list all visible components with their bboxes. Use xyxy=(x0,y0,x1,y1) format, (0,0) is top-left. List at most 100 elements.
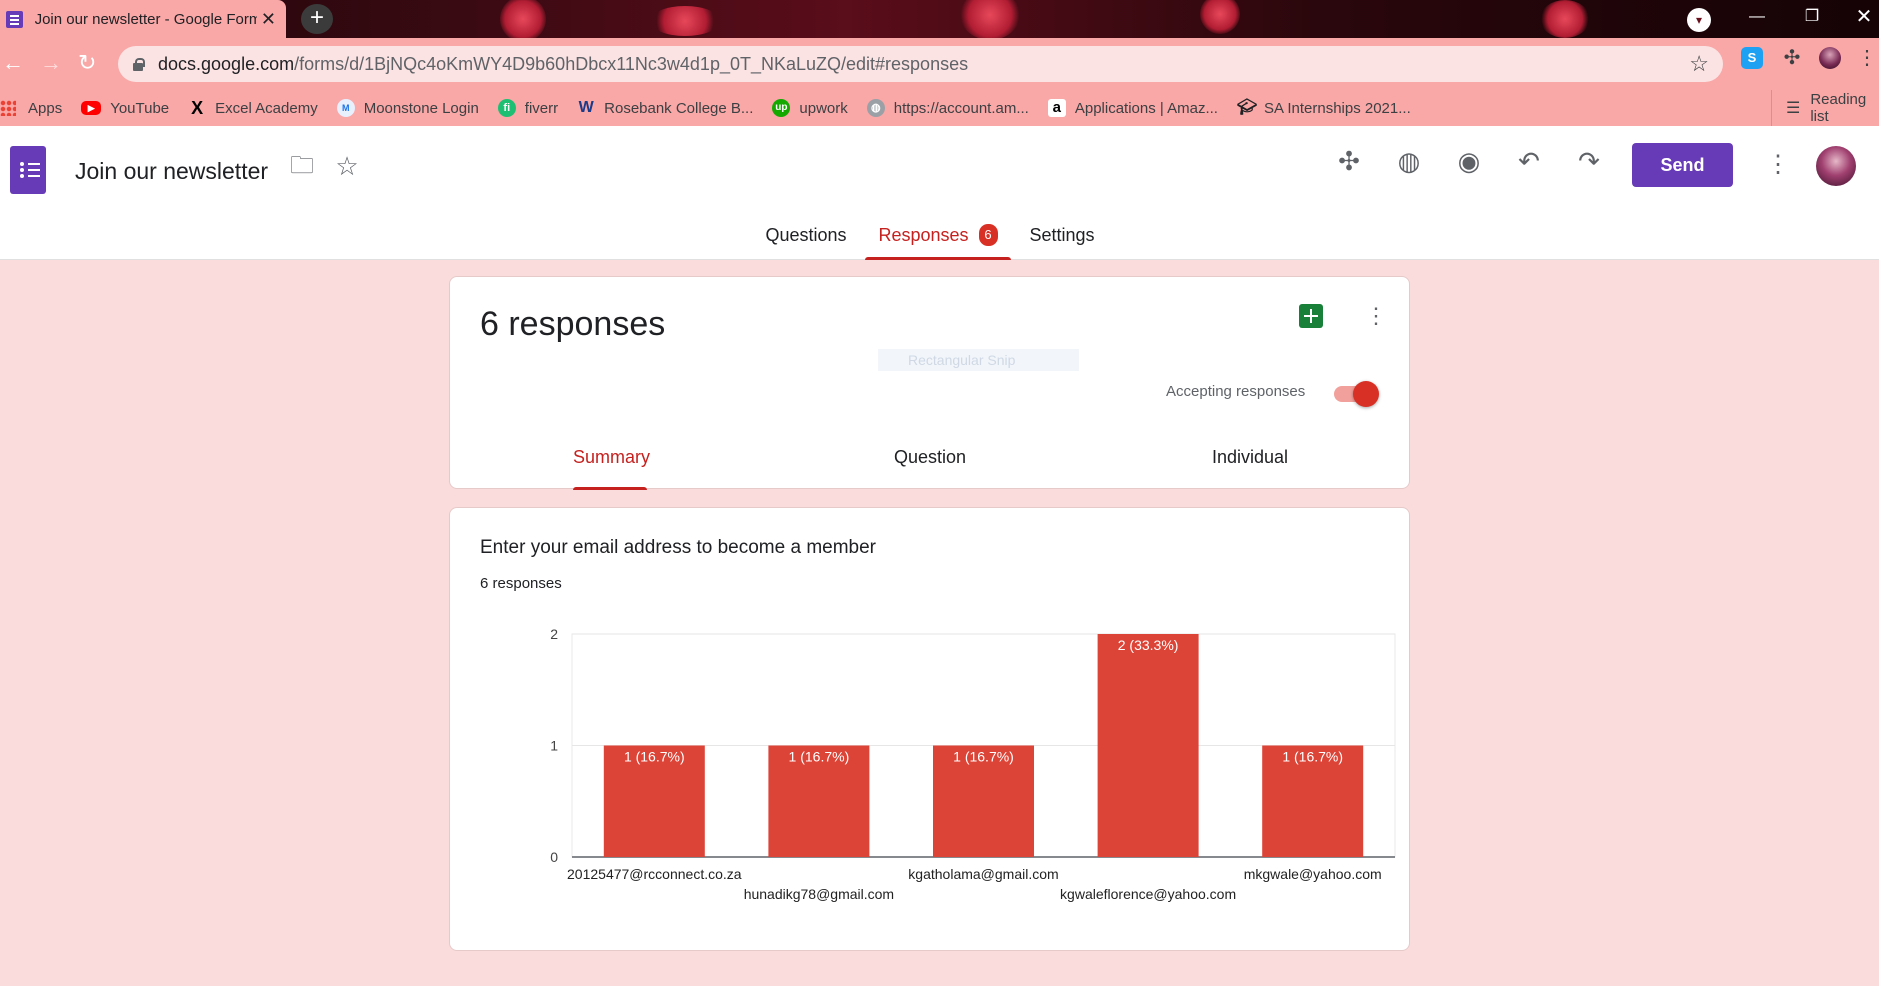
bar-data-label: 2 (33.3%) xyxy=(1118,637,1179,653)
folder-icon[interactable]: 🗀︎ xyxy=(284,151,320,187)
background-decoration xyxy=(960,0,1020,40)
url-text: docs.google.com/forms/d/1BjNQc4oKmWY4D9b… xyxy=(158,53,969,74)
tab-title: Join our newsletter - Google Forms xyxy=(34,10,257,28)
bookmark-upwork[interactable]: up upwork xyxy=(772,99,848,117)
more-options-icon[interactable]: ⋮ xyxy=(1365,303,1387,329)
send-button[interactable]: Send xyxy=(1632,143,1733,187)
tab-summary[interactable]: Summary xyxy=(573,447,650,490)
x-icon: X xyxy=(191,98,204,118)
back-arrow-icon[interactable]: ← xyxy=(2,50,24,76)
toggle-knob[interactable] xyxy=(1353,381,1379,407)
bookmark-sa-internships[interactable]: 🎓︎ SA Internships 2021... xyxy=(1237,99,1411,117)
bar-chart: 0 1 2 1 (16.7%) 20125477@rcconnect.co.za 1 (1… xyxy=(550,626,1396,902)
browser-tab[interactable]: Join our newsletter - Google Forms ✕ xyxy=(0,0,286,38)
close-tab-icon[interactable]: ✕ xyxy=(261,9,276,30)
google-forms-favicon-icon xyxy=(6,10,23,28)
bar xyxy=(1097,634,1199,857)
browser-menu-icon[interactable]: ⋮ xyxy=(1857,47,1879,69)
google-forms-logo-icon[interactable] xyxy=(10,146,46,194)
forward-arrow-icon[interactable]: → xyxy=(40,50,62,76)
undo-icon[interactable]: ↶ xyxy=(1511,146,1547,182)
apps-grid-icon xyxy=(0,100,16,116)
bookmark-moonstone[interactable]: M Moonstone Login xyxy=(336,99,479,117)
x-category-label: mkgwale@yahoo.com xyxy=(1244,866,1382,882)
tab-question[interactable]: Question xyxy=(891,447,969,490)
responses-summary-card: 6 responses ⋮ Rectangular Snip Accepting… xyxy=(449,276,1410,490)
moonstone-icon: M xyxy=(336,99,355,117)
reading-list-label: Reading list xyxy=(1810,91,1867,125)
minimize-icon[interactable]: — xyxy=(1731,0,1783,38)
tab-search-icon[interactable]: ▾ xyxy=(1687,8,1711,32)
new-tab-button[interactable]: + xyxy=(301,4,333,34)
y-tick-label: 1 xyxy=(550,738,558,754)
tab-responses[interactable]: Responses 6 xyxy=(865,212,1011,260)
background-decoration xyxy=(500,0,546,42)
bookmarks-bar: Apps ▶ YouTube X Excel Academy M Moonsto… xyxy=(0,90,1879,126)
skype-extension-icon[interactable]: S xyxy=(1741,47,1763,69)
close-window-icon[interactable]: ✕ xyxy=(1838,0,1879,38)
tab-settings[interactable]: Settings xyxy=(1024,212,1100,260)
tab-label: Settings xyxy=(1029,225,1095,245)
question-summary-card: Enter your email address to become a mem… xyxy=(449,507,1410,951)
bar-data-label: 1 (16.7%) xyxy=(1282,749,1343,765)
reload-icon[interactable]: ↻ xyxy=(78,50,96,76)
youtube-icon: ▶ xyxy=(81,101,102,115)
accepting-responses-label: Accepting responses xyxy=(1166,383,1306,400)
background-decoration xyxy=(1200,0,1240,34)
bookmark-youtube[interactable]: ▶ YouTube xyxy=(81,100,169,117)
lock-icon xyxy=(132,57,145,71)
x-category-label: hunadikg78@gmail.com xyxy=(744,886,894,902)
profile-avatar[interactable] xyxy=(1819,47,1841,69)
add-ons-puzzle-icon[interactable]: ✣ xyxy=(1331,146,1367,182)
bookmark-label: upwork xyxy=(799,99,848,117)
x-category-label: kgwaleflorence@yahoo.com xyxy=(1060,886,1236,902)
y-tick-label: 0 xyxy=(550,849,558,865)
form-title[interactable]: Join our newsletter xyxy=(75,158,268,185)
bookmark-label: SA Internships 2021... xyxy=(1263,99,1411,117)
more-options-icon[interactable]: ⋮ xyxy=(1766,150,1790,179)
graduation-cap-icon: 🎓︎ xyxy=(1236,99,1258,116)
bar-data-label: 1 (16.7%) xyxy=(953,749,1014,765)
main-tabs: Questions Responses 6 Settings xyxy=(0,212,1879,260)
rectangular-snip-overlay: Rectangular Snip xyxy=(878,349,1079,371)
palette-icon[interactable]: ◍ xyxy=(1391,146,1427,182)
reading-list-icon: ☰ xyxy=(1786,100,1801,117)
star-icon[interactable]: ☆ xyxy=(329,151,365,187)
bookmark-amazon-applications[interactable]: a Applications | Amaz... xyxy=(1047,99,1218,117)
bookmark-rosebank[interactable]: W Rosebank College B... xyxy=(577,99,754,117)
bookmark-label: Apps xyxy=(28,99,63,117)
account-avatar[interactable] xyxy=(1816,146,1856,186)
bookmark-label: Applications | Amaz... xyxy=(1074,99,1218,117)
bookmark-label: fiverr xyxy=(524,99,559,117)
bookmark-label: Rosebank College B... xyxy=(604,99,754,117)
extensions-puzzle-icon[interactable]: ✣ xyxy=(1781,47,1803,69)
tab-label: Questions xyxy=(765,225,847,245)
bookmark-label: https://account.am... xyxy=(893,99,1029,117)
bookmark-label: Moonstone Login xyxy=(363,99,479,117)
restore-icon[interactable]: ❐ xyxy=(1786,0,1838,38)
responses-count-badge: 6 xyxy=(978,224,998,246)
responses-count: 6 responses xyxy=(480,305,666,343)
browser-tab-strip: Join our newsletter - Google Forms ✕ + ▾… xyxy=(0,0,1879,42)
reading-list[interactable]: ☰ Reading list xyxy=(1771,90,1879,126)
address-bar[interactable]: docs.google.com/forms/d/1BjNQc4oKmWY4D9b… xyxy=(118,46,1723,82)
bookmark-excel-academy[interactable]: X Excel Academy xyxy=(188,99,318,117)
y-tick-label: 2 xyxy=(550,626,558,642)
bookmark-label: YouTube xyxy=(110,99,170,117)
x-category-label: kgatholama@gmail.com xyxy=(908,866,1058,882)
preview-eye-icon[interactable]: ◉ xyxy=(1451,146,1487,182)
bookmark-amazon-account[interactable]: ◍ https://account.am... xyxy=(866,99,1029,117)
bookmark-label: Excel Academy xyxy=(215,99,318,117)
globe-icon: ◍ xyxy=(866,99,885,117)
x-category-label: 20125477@rcconnect.co.za xyxy=(567,866,742,882)
bar-data-label: 1 (16.7%) xyxy=(624,749,685,765)
amazon-icon: a xyxy=(1047,99,1066,117)
bookmark-star-icon[interactable]: ☆ xyxy=(1689,51,1709,77)
tab-individual[interactable]: Individual xyxy=(1209,447,1291,490)
google-sheets-icon[interactable] xyxy=(1299,304,1323,328)
tab-questions[interactable]: Questions xyxy=(760,212,852,260)
bookmark-apps[interactable]: Apps xyxy=(0,100,62,117)
redo-icon[interactable]: ↷ xyxy=(1571,146,1607,182)
bookmark-fiverr[interactable]: fi fiverr xyxy=(497,99,559,117)
tab-label: Responses xyxy=(878,225,969,245)
